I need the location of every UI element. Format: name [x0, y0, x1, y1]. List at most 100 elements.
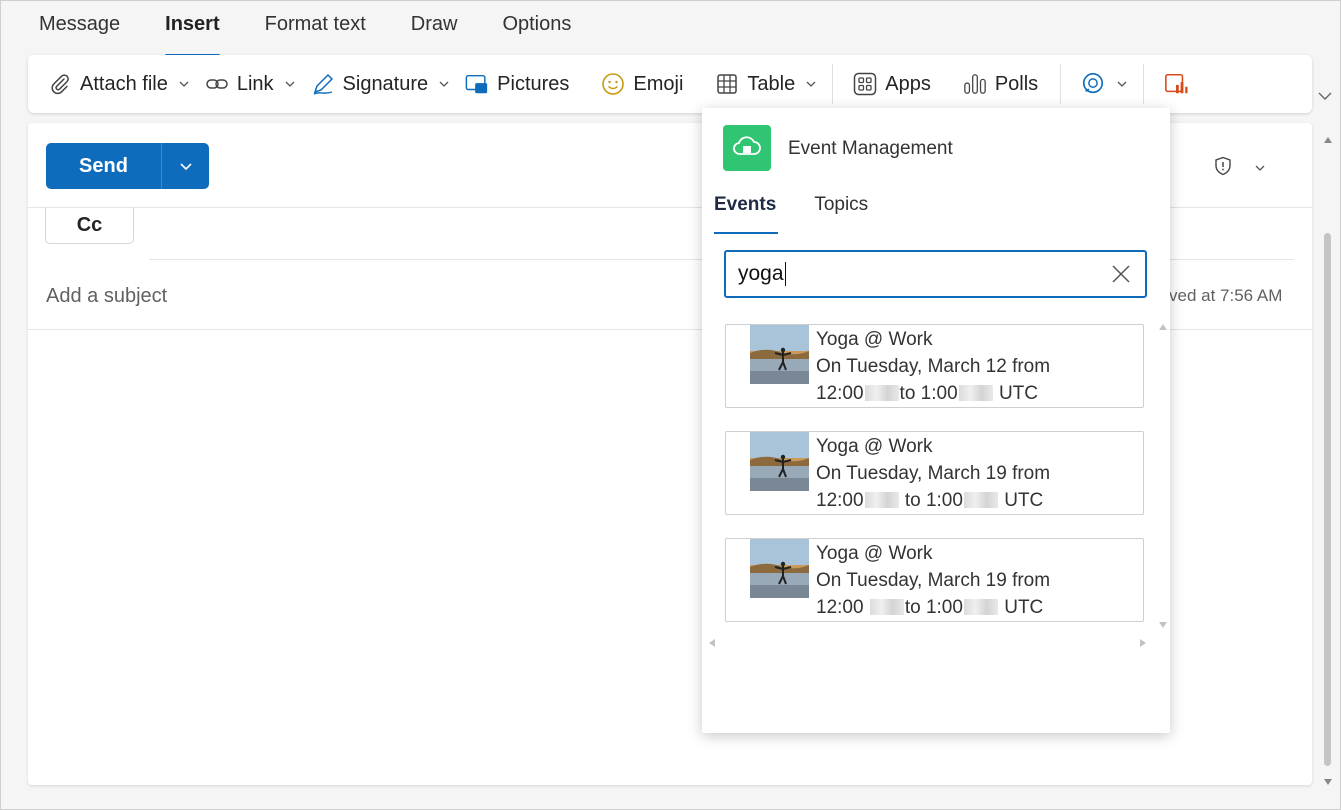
- list-scroll-left-icon[interactable]: [708, 635, 716, 653]
- pictures-label: Pictures: [497, 72, 570, 95]
- ribbon-expand-chevron-icon[interactable]: [1316, 87, 1334, 105]
- cc-button[interactable]: Cc: [45, 207, 134, 244]
- list-scroll-down-icon[interactable]: [1158, 616, 1168, 634]
- chevron-down-icon[interactable]: [283, 77, 297, 91]
- event-start-time: 12:00: [816, 383, 864, 404]
- ribbon-divider: [1143, 64, 1145, 104]
- report-chart-icon: [1164, 72, 1188, 96]
- ribbon-divider: [832, 64, 834, 104]
- event-timezone: UTC: [998, 383, 1038, 404]
- outlook-compose-window: Message Insert Format text Draw Options …: [0, 0, 1341, 810]
- event-management-app-icon: [723, 125, 771, 171]
- ribbon-tabs: Message Insert Format text Draw Options: [39, 13, 616, 57]
- tab-format-text[interactable]: Format text: [265, 13, 366, 47]
- event-results-list: Yoga @ Work On Tuesday, March 12 from 12…: [725, 324, 1145, 624]
- scrollbar-thumb[interactable]: [1324, 233, 1331, 766]
- send-options-chevron-icon[interactable]: [162, 143, 209, 189]
- yoga-thumbnail-image: [750, 325, 809, 384]
- scroll-up-arrow-icon[interactable]: [1323, 131, 1333, 149]
- event-end-time: to 1:00: [899, 383, 958, 404]
- tab-topics[interactable]: Topics: [814, 194, 868, 234]
- sensitivity-shield-icon[interactable]: [1213, 156, 1233, 176]
- event-time: 12:00 to 1:00 UTC: [816, 597, 1043, 619]
- event-search-input[interactable]: yoga: [724, 250, 1147, 298]
- insert-ribbon: Attach file Link Signature Pictures Emoj…: [28, 55, 1312, 113]
- apps-button[interactable]: Apps: [853, 64, 931, 104]
- event-title: Yoga @ Work: [816, 436, 933, 457]
- chevron-down-icon[interactable]: [1115, 77, 1129, 91]
- addin-report-button[interactable]: [1164, 64, 1196, 104]
- list-scroll-up-icon[interactable]: [1158, 318, 1168, 336]
- ribbon-divider: [1060, 64, 1062, 104]
- event-timezone: UTC: [1004, 490, 1044, 511]
- event-end-time: to 1:00: [904, 490, 963, 511]
- emoji-label: Emoji: [633, 72, 684, 95]
- text-cursor: [784, 262, 786, 286]
- event-time: 12:00 to 1:00 UTC: [816, 383, 1038, 405]
- apps-grid-icon: [853, 72, 877, 96]
- event-date: On Tuesday, March 19 from: [816, 570, 1051, 591]
- send-button[interactable]: Send: [46, 143, 162, 189]
- pictures-icon: [465, 72, 489, 96]
- event-start-time: 12:00: [816, 490, 864, 511]
- tab-options[interactable]: Options: [502, 13, 571, 47]
- event-date: On Tuesday, March 19 from: [816, 463, 1051, 484]
- table-button[interactable]: Table: [715, 64, 818, 104]
- polls-label: Polls: [994, 72, 1039, 95]
- event-date: On Tuesday, March 12 from: [816, 356, 1051, 377]
- redacted-text: [864, 385, 899, 401]
- list-scroll-right-icon[interactable]: [1139, 635, 1147, 653]
- signature-pen-icon: [311, 72, 335, 96]
- search-value: yoga: [738, 262, 784, 285]
- polls-button[interactable]: Polls: [963, 64, 1038, 104]
- tab-draw[interactable]: Draw: [411, 13, 458, 47]
- tab-events[interactable]: Events: [714, 194, 779, 234]
- loop-chat-icon: [1081, 72, 1105, 96]
- send-button-group: Send: [46, 143, 209, 189]
- event-start-time: 12:00: [816, 597, 864, 618]
- apps-label: Apps: [885, 72, 931, 95]
- addin-title: Event Management: [788, 138, 953, 159]
- link-button[interactable]: Link: [205, 64, 297, 104]
- attach-file-label: Attach file: [80, 72, 168, 95]
- event-card[interactable]: Yoga @ Work On Tuesday, March 12 from 12…: [725, 324, 1144, 408]
- event-card[interactable]: Yoga @ Work On Tuesday, March 19 from 12…: [725, 538, 1144, 622]
- smiley-icon: [601, 72, 625, 96]
- yoga-thumbnail-image: [750, 432, 809, 491]
- event-card[interactable]: Yoga @ Work On Tuesday, March 19 from 12…: [725, 431, 1144, 515]
- table-label: Table: [747, 72, 796, 95]
- chevron-down-icon[interactable]: [177, 77, 191, 91]
- link-label: Link: [236, 72, 274, 95]
- subject-input[interactable]: Add a subject: [46, 285, 167, 308]
- redacted-text: [869, 599, 904, 615]
- paperclip-icon: [48, 72, 72, 96]
- vertical-scrollbar[interactable]: [1319, 123, 1337, 785]
- chevron-down-icon[interactable]: [437, 77, 451, 91]
- redacted-text: [864, 492, 899, 508]
- chevron-down-icon[interactable]: [804, 77, 818, 91]
- chevron-down-icon[interactable]: [1253, 161, 1267, 175]
- poll-chart-icon: [963, 72, 987, 96]
- event-title: Yoga @ Work: [816, 329, 933, 350]
- pictures-button[interactable]: Pictures: [465, 64, 569, 104]
- redacted-text: [963, 599, 998, 615]
- scroll-down-arrow-icon[interactable]: [1323, 773, 1333, 791]
- redacted-text: [958, 385, 993, 401]
- signature-label: Signature: [342, 72, 429, 95]
- redacted-text: [963, 492, 998, 508]
- event-title: Yoga @ Work: [816, 543, 933, 564]
- tab-message[interactable]: Message: [39, 13, 120, 47]
- yoga-thumbnail-image: [750, 539, 809, 598]
- addin-tabs: Events Topics: [714, 194, 906, 234]
- link-icon: [205, 72, 229, 96]
- event-time: 12:00 to 1:00 UTC: [816, 490, 1043, 512]
- draft-saved-status: ved at 7:56 AM: [1169, 286, 1283, 305]
- attach-file-button[interactable]: Attach file: [48, 64, 191, 104]
- clear-search-icon[interactable]: [1111, 264, 1131, 284]
- table-icon: [715, 72, 739, 96]
- emoji-button[interactable]: Emoji: [601, 64, 683, 104]
- loop-component-button[interactable]: [1081, 64, 1129, 104]
- signature-button[interactable]: Signature: [311, 64, 452, 104]
- event-management-addin-panel: Event Management Events Topics yoga Yoga…: [702, 108, 1170, 733]
- tab-insert[interactable]: Insert: [165, 13, 221, 57]
